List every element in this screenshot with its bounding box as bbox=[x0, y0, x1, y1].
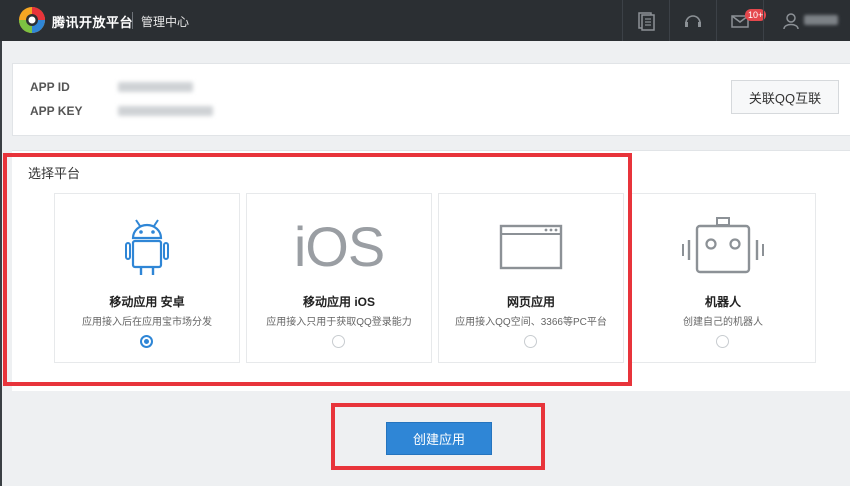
platform-card-robot[interactable]: 机器人 创建自己的机器人 bbox=[630, 193, 816, 363]
card-title: 机器人 bbox=[704, 295, 741, 309]
headset-icon[interactable] bbox=[669, 0, 716, 41]
app-id-label: APP ID bbox=[30, 80, 70, 94]
link-qq-connect-button[interactable]: 关联QQ互联 bbox=[731, 80, 839, 114]
brand-divider bbox=[132, 12, 133, 29]
brand-name[interactable]: 腾讯开放平台 bbox=[52, 12, 133, 31]
app-id-value-redacted bbox=[118, 82, 193, 92]
top-navigation-bar: 腾讯开放平台 管理中心 10+ bbox=[0, 0, 850, 41]
tencent-open-platform-logo[interactable] bbox=[18, 6, 46, 34]
annotation-frame-platforms bbox=[3, 153, 632, 386]
app-info-card: APP ID APP KEY 关联QQ互联 bbox=[12, 63, 850, 136]
document-icon[interactable] bbox=[622, 0, 669, 41]
card-description: 创建自己的机器人 bbox=[683, 317, 763, 328]
window-left-edge bbox=[0, 41, 2, 486]
create-app-button[interactable]: 创建应用 bbox=[386, 422, 492, 455]
robot-icon bbox=[631, 216, 815, 278]
user-icon bbox=[783, 12, 799, 29]
management-center-link[interactable]: 管理中心 bbox=[141, 13, 189, 30]
app-key-value-redacted bbox=[118, 106, 213, 116]
username-redacted bbox=[804, 15, 838, 25]
radio-robot[interactable] bbox=[716, 335, 729, 348]
app-key-label: APP KEY bbox=[30, 104, 83, 118]
